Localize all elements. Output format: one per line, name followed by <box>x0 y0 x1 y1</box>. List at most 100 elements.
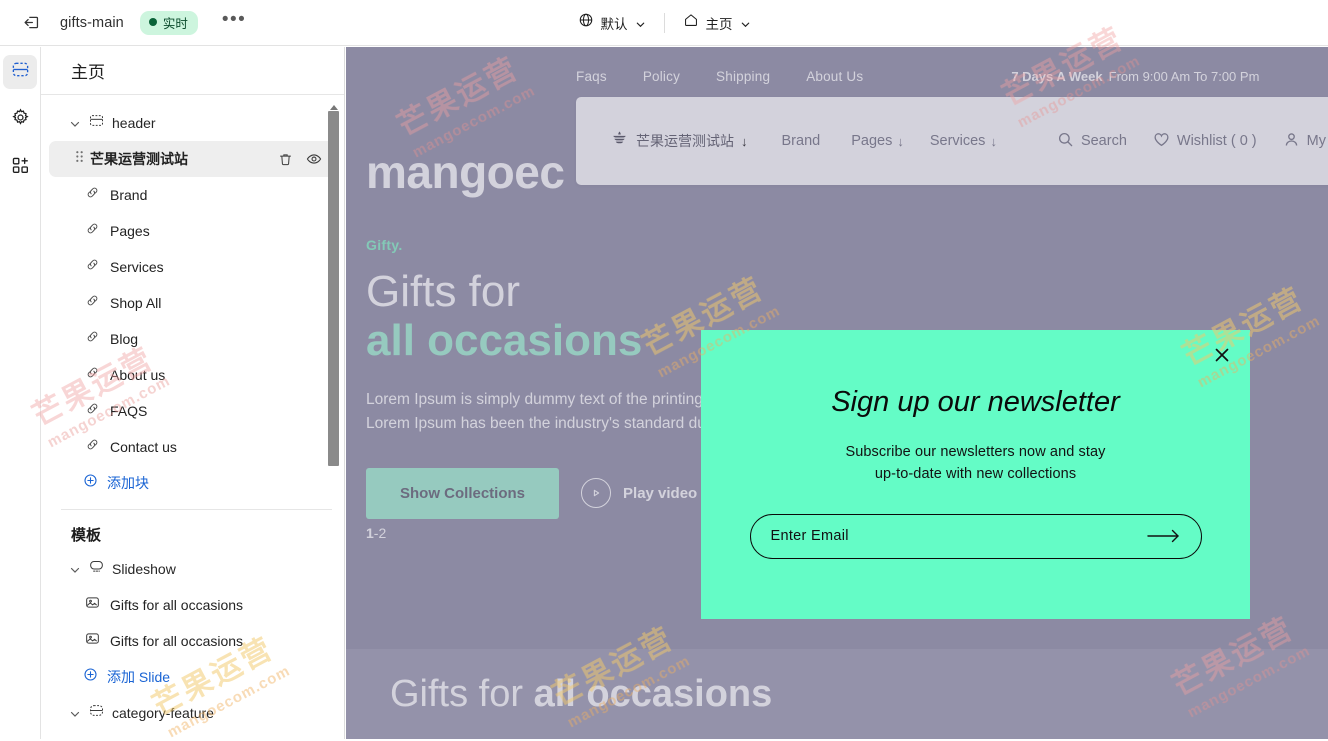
chevron-down-icon <box>740 17 751 28</box>
play-icon <box>581 478 612 509</box>
scroll-up-arrow-icon[interactable] <box>329 99 339 110</box>
sidebar-scrollbar[interactable] <box>328 95 340 739</box>
chevron-down-icon <box>69 117 81 129</box>
search-icon <box>1057 131 1074 152</box>
show-collections-button[interactable]: Show Collections <box>366 467 560 519</box>
play-video-label: Play video <box>623 484 698 502</box>
more-options-button[interactable]: ••• <box>214 9 254 36</box>
rail-item-settings[interactable] <box>3 103 37 137</box>
tree-group-label: category-feature <box>112 705 214 721</box>
home-icon <box>683 12 699 33</box>
account-label: My <box>1306 133 1326 149</box>
top-bar: gifts-main 实时 ••• 默认 主页 <box>0 0 1328 46</box>
link-icon <box>85 221 100 241</box>
sidebar-header: 主页 <box>41 47 344 95</box>
hero-heading-line1: Gifts for <box>366 267 521 316</box>
navbar-link-pages[interactable]: Pages ↓ <box>851 133 904 149</box>
sidebar-item-slide-2[interactable]: Gifts for all occasions <box>49 623 336 659</box>
slideshow-icon <box>89 559 104 579</box>
sidebar-item-contact-us[interactable]: Contact us <box>49 429 336 465</box>
email-field[interactable] <box>770 528 1137 544</box>
arrow-right-icon[interactable] <box>1137 528 1181 544</box>
sidebar-item-services[interactable]: Services <box>49 249 336 285</box>
sidebar-item-label: FAQS <box>110 403 148 419</box>
newsletter-title: Sign up our newsletter <box>831 386 1120 418</box>
link-icon <box>85 437 100 457</box>
navbar-actions: Search Wishlist ( 0 ) My <box>1057 131 1326 152</box>
wishlist-label: Wishlist ( 0 ) <box>1176 133 1257 149</box>
top-bar-left: gifts-main 实时 ••• <box>0 9 254 36</box>
store-hours-time: From 9:00 Am To 7:00 Pm <box>1108 68 1260 84</box>
tree-group-category-feature[interactable]: category-feature <box>49 695 336 731</box>
add-block-button[interactable]: 添加块 <box>49 465 336 501</box>
exit-arrow-icon[interactable] <box>18 10 44 36</box>
newsletter-subtitle-line1: Subscribe our newsletters now and stay <box>845 444 1106 460</box>
wishlist-button[interactable]: Wishlist ( 0 ) <box>1153 131 1257 152</box>
apps-add-icon <box>11 156 30 180</box>
sidebar-item-mango-store[interactable]: 芒果运营测试站 <box>49 141 336 177</box>
sidebar-item-label: 芒果运营测试站 <box>90 151 188 167</box>
navbar-store-selector[interactable]: 芒果运营测试站 ↓ <box>610 129 748 153</box>
rail-item-apps[interactable] <box>3 151 37 185</box>
sidebar-item-blog[interactable]: Blog <box>49 321 336 357</box>
announcement-links: Faqs Policy Shipping About Us <box>576 69 863 84</box>
rail-item-sections[interactable] <box>3 55 37 89</box>
chevron-down-icon <box>69 563 81 575</box>
sidebar-scroll-area: header 芒果运营测试站 Brand Pages Services Shop… <box>41 95 344 739</box>
arrow-down-icon: ↓ <box>990 133 997 149</box>
announcement-link-faqs[interactable]: Faqs <box>576 69 607 84</box>
link-icon <box>85 185 100 205</box>
arrow-down-icon: ↓ <box>897 133 904 149</box>
tree-group-header[interactable]: header <box>49 105 336 141</box>
navbar-link-brand[interactable]: Brand <box>782 133 826 149</box>
sidebar-scrollbar-thumb[interactable] <box>328 111 339 466</box>
locale-selector[interactable]: 默认 <box>570 8 654 37</box>
navbar-link-label: Services <box>929 133 986 149</box>
gear-icon <box>11 108 30 132</box>
chevron-down-icon <box>635 17 646 28</box>
storefront-logo[interactable]: mangoec <box>366 145 565 199</box>
newsletter-form <box>749 513 1202 559</box>
drag-handle-icon[interactable] <box>75 150 84 168</box>
link-icon <box>85 293 100 313</box>
link-icon <box>85 329 100 349</box>
tree-group-slideshow[interactable]: Slideshow <box>49 551 336 587</box>
sidebar-item-label: Pages <box>110 223 150 239</box>
add-slide-button[interactable]: 添加 Slide <box>49 659 336 695</box>
hero-eyebrow: Gifty. <box>366 237 403 253</box>
newsletter-modal: Sign up our newsletter Subscribe our new… <box>701 330 1250 619</box>
announcement-link-about-us[interactable]: About Us <box>806 69 863 84</box>
sidebar-item-label: Shop All <box>110 295 162 311</box>
announcement-link-shipping[interactable]: Shipping <box>716 69 770 84</box>
section-block-icon <box>89 703 104 723</box>
search-label: Search <box>1080 133 1127 149</box>
sidebar-item-slide-1[interactable]: Gifts for all occasions <box>49 587 336 623</box>
announcement-link-policy[interactable]: Policy <box>643 69 680 84</box>
tree-group-label: Slideshow <box>112 561 176 577</box>
user-icon <box>1283 131 1300 152</box>
eye-icon[interactable] <box>305 151 322 168</box>
tree-group-label: header <box>112 115 156 131</box>
category-feature-heading: Gifts for all occasions <box>390 673 772 716</box>
trash-icon[interactable] <box>277 151 294 168</box>
sidebar-item-actions <box>277 151 326 168</box>
close-icon[interactable] <box>1208 341 1236 369</box>
sidebar-item-brand[interactable]: Brand <box>49 177 336 213</box>
sidebar-item-shop-all[interactable]: Shop All <box>49 285 336 321</box>
globe-icon <box>578 12 594 33</box>
account-button[interactable]: My <box>1283 131 1326 152</box>
navbar-link-services[interactable]: Services ↓ <box>930 133 997 149</box>
sidebar-item-category-block[interactable]: Gifts for all occasions <box>49 731 336 739</box>
page-label: 主页 <box>705 16 733 32</box>
status-badge-label: 实时 <box>162 16 188 31</box>
sidebar-item-about-us[interactable]: About us <box>49 357 336 393</box>
status-badge: 实时 <box>139 10 198 35</box>
slide-counter: 1-2 <box>366 525 386 541</box>
search-button[interactable]: Search <box>1057 131 1127 152</box>
sidebar-item-label: Gifts for all occasions <box>110 633 244 649</box>
sidebar-item-faqs[interactable]: FAQS <box>49 393 336 429</box>
page-selector[interactable]: 主页 <box>675 8 759 37</box>
sidebar-item-pages[interactable]: Pages <box>49 213 336 249</box>
sections-icon <box>11 60 30 84</box>
play-video-button[interactable]: Play video <box>581 478 698 509</box>
